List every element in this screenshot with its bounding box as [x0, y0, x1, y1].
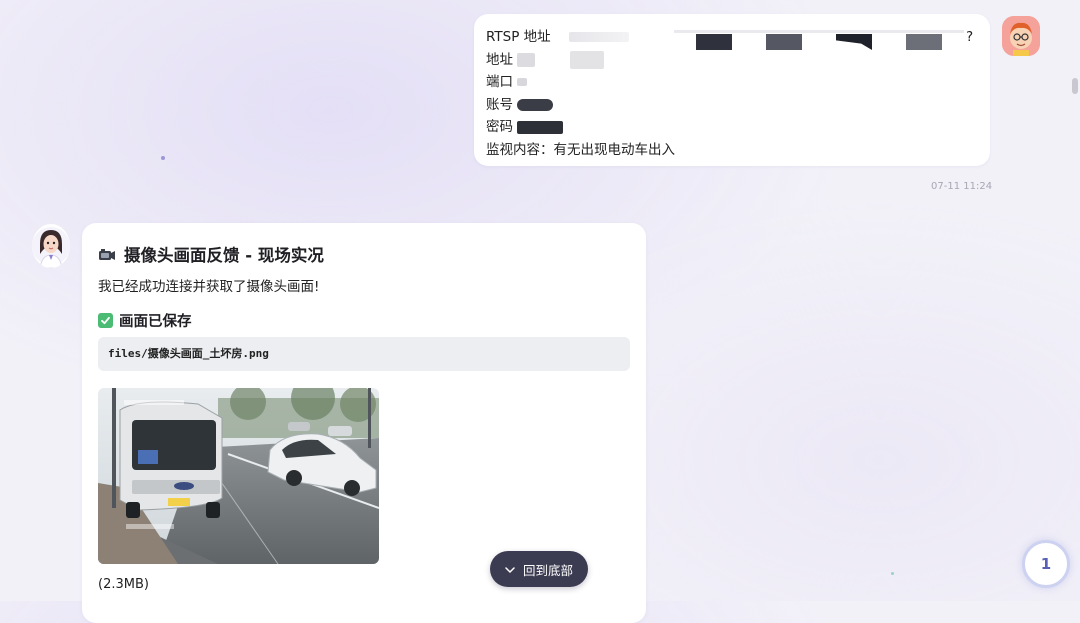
file-path-code: files/摄像头画面_土坏房.png	[98, 337, 630, 371]
intro-text: 我已经成功连接并获取了摄像头画面!	[98, 279, 320, 295]
address-line: 地址	[486, 49, 978, 72]
redaction	[517, 78, 528, 87]
assistant-avatar[interactable]	[32, 224, 70, 268]
account-label: 账号	[486, 96, 513, 113]
decor-dot	[161, 156, 165, 160]
monitor-line: 监视内容：有无出现电动车出入	[486, 141, 675, 158]
floating-count-button[interactable]: 1	[1022, 540, 1070, 588]
redaction	[674, 30, 964, 33]
redaction	[568, 32, 629, 42]
file-size: (2.3MB)	[98, 577, 149, 592]
message-timestamp: 07-11 11:24	[931, 181, 993, 192]
redaction	[906, 34, 942, 50]
user-message-bubble: RTSP 地址 ? 地址 端口 账号 密码 监视内容：有无出现电动车出入	[474, 14, 990, 166]
card-title-text: 摄像头画面反馈 - 现场实况	[124, 246, 324, 265]
rtsp-tail: ?	[966, 29, 974, 45]
saved-heading: 画面已保存	[98, 310, 192, 331]
redaction	[696, 34, 732, 50]
saved-label: 画面已保存	[119, 314, 192, 330]
scroll-to-bottom-label: 回到底部	[522, 562, 573, 578]
account-line: 账号	[486, 94, 978, 117]
scrollbar-thumb[interactable]	[1072, 78, 1078, 94]
redaction	[517, 98, 554, 111]
decor-dot	[891, 572, 894, 575]
address-label: 地址	[486, 51, 513, 68]
rtsp-label: RTSP 地址	[486, 29, 551, 45]
port-label: 端口	[486, 74, 513, 91]
card-title: 摄像头画面反馈 - 现场实况	[98, 242, 324, 266]
check-icon	[98, 313, 113, 328]
password-label: 密码	[486, 119, 513, 136]
password-line: 密码	[486, 116, 978, 139]
user-avatar[interactable]	[1002, 16, 1040, 56]
camera-snapshot-image[interactable]	[98, 388, 379, 564]
scroll-to-bottom-button[interactable]: 回到底部	[490, 551, 588, 587]
redaction	[766, 34, 802, 50]
redaction	[569, 50, 604, 69]
port-line: 端口	[486, 71, 978, 94]
count-value: 1	[1040, 555, 1052, 573]
redaction	[517, 52, 536, 67]
redaction	[517, 120, 564, 134]
camera-icon	[98, 247, 116, 261]
chevron-down-icon	[505, 562, 515, 577]
